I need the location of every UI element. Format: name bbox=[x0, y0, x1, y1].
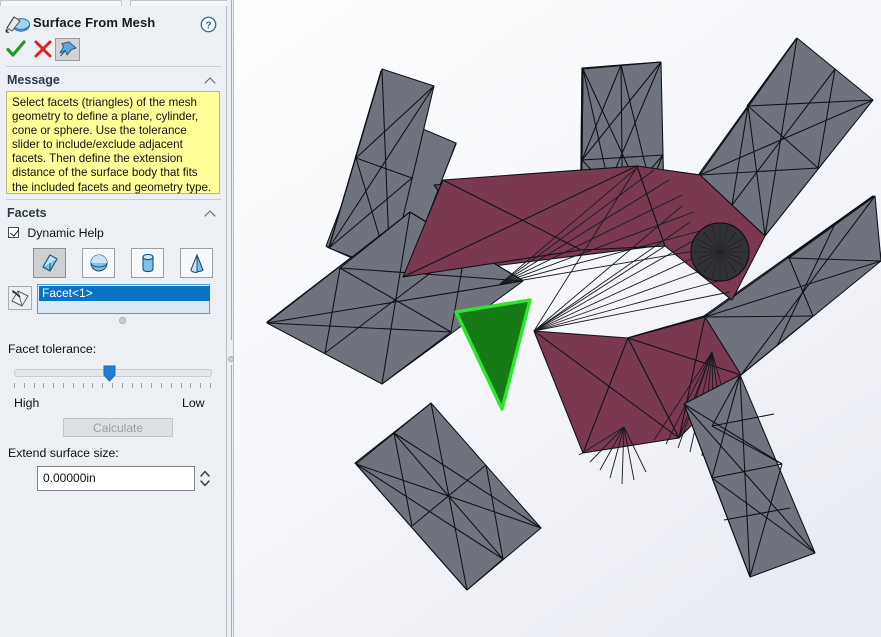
slider-tick bbox=[170, 383, 172, 388]
dynamic-help-label: Dynamic Help bbox=[27, 226, 104, 240]
extend-surface-input[interactable]: 0.00000in bbox=[37, 466, 195, 491]
slider-tick bbox=[180, 383, 182, 388]
sphere-button[interactable] bbox=[82, 248, 115, 278]
geometry-type-buttons bbox=[33, 248, 213, 280]
help-icon[interactable]: ? bbox=[200, 16, 217, 33]
plane-icon bbox=[34, 252, 65, 274]
cylinder-button[interactable] bbox=[131, 248, 164, 278]
svg-text:?: ? bbox=[205, 20, 211, 31]
selection-item-0[interactable]: Facet<1> bbox=[39, 286, 210, 301]
slider-tick bbox=[14, 383, 15, 388]
slider-tick bbox=[161, 383, 162, 388]
slider-tick bbox=[151, 383, 153, 388]
slider-tick bbox=[43, 383, 45, 388]
sphere-icon bbox=[83, 252, 114, 274]
splitter-line-top bbox=[231, 0, 232, 340]
slider-tick bbox=[190, 383, 192, 388]
slider-tick bbox=[200, 383, 202, 388]
cone-icon bbox=[181, 252, 212, 274]
slider-tick bbox=[210, 383, 211, 388]
chevron-up-icon[interactable] bbox=[206, 210, 217, 217]
section-label-message: Message bbox=[7, 73, 60, 87]
slider-tick bbox=[72, 383, 74, 388]
slider-tick bbox=[121, 383, 123, 388]
dynamic-help-checkbox[interactable] bbox=[8, 227, 19, 238]
panel-splitter[interactable] bbox=[227, 0, 234, 637]
plane-button[interactable] bbox=[33, 248, 66, 278]
page-title: Surface From Mesh bbox=[33, 15, 156, 30]
dynamic-help-checkbox-row[interactable]: Dynamic Help bbox=[8, 226, 104, 240]
accept-button[interactable] bbox=[4, 37, 28, 61]
cone-button[interactable] bbox=[180, 248, 213, 278]
grip-dot-icon[interactable] bbox=[119, 317, 126, 324]
graphics-area[interactable] bbox=[234, 0, 881, 637]
message-divider bbox=[6, 199, 221, 200]
property-manager-header: Surface From Mesh ? bbox=[0, 6, 227, 34]
calculate-button[interactable]: Calculate bbox=[63, 418, 173, 437]
header-divider bbox=[6, 66, 221, 67]
slider-tick bbox=[102, 383, 104, 388]
facet-tolerance-label: Facet tolerance: bbox=[8, 342, 97, 356]
splitter-line-bottom bbox=[231, 365, 232, 637]
slider-tick bbox=[53, 383, 55, 388]
section-header-facets[interactable]: Facets bbox=[0, 203, 227, 225]
message-box: Select facets (triangles) of the mesh ge… bbox=[6, 91, 220, 194]
tolerance-min-label: High bbox=[14, 396, 40, 410]
property-manager-panel: Surface From Mesh ? Message Select facet… bbox=[0, 0, 362, 637]
slider-tick bbox=[23, 383, 25, 388]
pin-button[interactable] bbox=[55, 38, 80, 61]
spinner-arrows-icon[interactable] bbox=[198, 466, 212, 491]
chevron-up-icon[interactable] bbox=[206, 77, 217, 84]
property-manager-actions bbox=[0, 34, 227, 64]
cancel-button[interactable] bbox=[31, 37, 55, 61]
tolerance-max-label: Low bbox=[182, 396, 205, 410]
extend-surface-label: Extend surface size: bbox=[8, 446, 119, 460]
slider-tick bbox=[112, 383, 113, 388]
facet-selection-icon[interactable] bbox=[8, 286, 32, 310]
facet-tolerance-ticks bbox=[14, 383, 212, 389]
mesh-model bbox=[234, 0, 881, 637]
mesh-hole bbox=[690, 222, 750, 282]
slider-tick bbox=[82, 383, 84, 388]
slider-tick bbox=[131, 383, 133, 388]
facet-selection-box[interactable]: Facet<1> bbox=[37, 284, 210, 314]
slider-tick bbox=[33, 383, 35, 388]
section-label-facets: Facets bbox=[7, 206, 47, 220]
solidworks-window: Surface From Mesh ? Message Select facet… bbox=[0, 0, 881, 637]
section-header-message[interactable]: Message bbox=[0, 70, 227, 92]
slider-tick bbox=[141, 383, 143, 388]
facet-tolerance-slider-thumb[interactable] bbox=[103, 365, 116, 382]
cylinder-icon bbox=[132, 252, 163, 274]
slider-tick bbox=[63, 383, 64, 388]
slider-tick bbox=[92, 383, 94, 388]
surface-from-mesh-icon bbox=[5, 14, 30, 34]
